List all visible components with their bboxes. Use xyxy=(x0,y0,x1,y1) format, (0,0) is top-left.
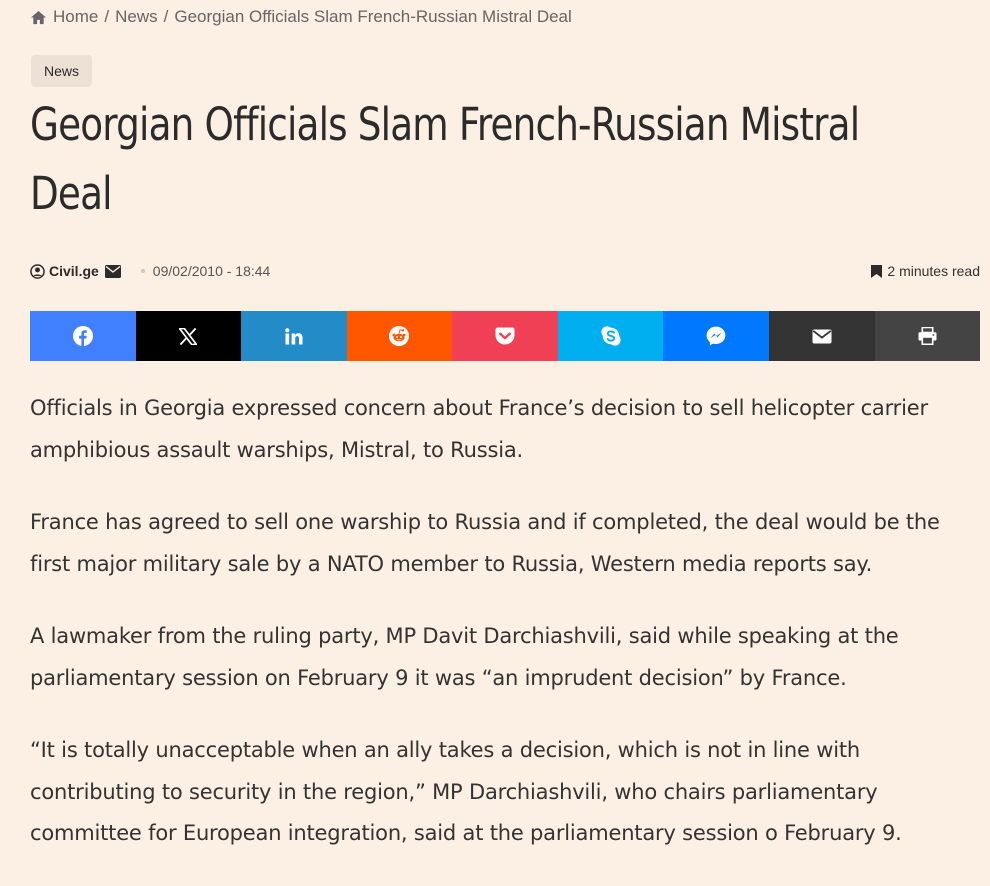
article-paragraph: “It is totally unacceptable when an ally… xyxy=(30,738,902,845)
article-paragraph: Officials in Georgia expressed concern a… xyxy=(30,396,928,462)
messenger-icon xyxy=(706,326,726,346)
share-skype-button[interactable] xyxy=(557,311,664,361)
home-icon xyxy=(31,10,46,24)
article-paragraph: France has agreed to sell one warship to… xyxy=(30,510,940,576)
read-time: 2 minutes read xyxy=(871,263,980,279)
user-circle-icon xyxy=(30,263,45,279)
print-button[interactable] xyxy=(874,311,981,361)
article-paragraph: A lawmaker from the ruling party, MP Dav… xyxy=(30,624,899,690)
author[interactable]: Civil.ge xyxy=(30,263,121,279)
envelope-icon xyxy=(812,329,832,343)
share-bar xyxy=(30,311,981,361)
breadcrumb-news-link[interactable]: News xyxy=(115,7,158,27)
facebook-icon xyxy=(72,326,93,346)
share-pocket-button[interactable] xyxy=(452,311,558,361)
bookmark-icon xyxy=(871,264,883,278)
breadcrumb-separator: / xyxy=(104,7,110,26)
envelope-icon[interactable] xyxy=(104,264,121,278)
reddit-icon xyxy=(389,326,410,346)
page: Home / News / Georgian Officials Slam Fr… xyxy=(0,0,990,863)
breadcrumb: Home / News / Georgian Officials Slam Fr… xyxy=(30,5,572,29)
author-name[interactable]: Civil.ge xyxy=(49,263,99,279)
share-x-button[interactable] xyxy=(135,311,242,361)
printer-icon xyxy=(918,327,937,345)
read-time-label: 2 minutes read xyxy=(887,263,980,279)
share-facebook-button[interactable] xyxy=(30,311,136,361)
share-reddit-button[interactable] xyxy=(346,311,453,361)
breadcrumb-separator: / xyxy=(163,7,169,26)
breadcrumb-current: Georgian Officials Slam French-Russian M… xyxy=(174,7,572,26)
meta-separator-dot xyxy=(140,269,145,273)
post-date: 09/02/2010 - 18:44 xyxy=(152,263,271,279)
pocket-icon xyxy=(495,327,515,345)
page-title: Georgian Officials Slam French-Russian M… xyxy=(30,98,860,220)
skype-icon xyxy=(600,326,621,346)
share-linkedin-button[interactable] xyxy=(241,311,347,361)
article-body: Officials in Georgia expressed concern a… xyxy=(30,388,980,886)
x-icon xyxy=(179,327,198,345)
share-messenger-button[interactable] xyxy=(663,311,769,361)
post-meta: Civil.ge 09/02/2010 - 18:44 2 minutes re… xyxy=(30,261,980,281)
share-email-button[interactable] xyxy=(768,311,875,361)
breadcrumb-home-link[interactable]: Home xyxy=(53,7,98,27)
linkedin-icon xyxy=(285,327,303,344)
category-badge[interactable]: News xyxy=(31,55,93,87)
